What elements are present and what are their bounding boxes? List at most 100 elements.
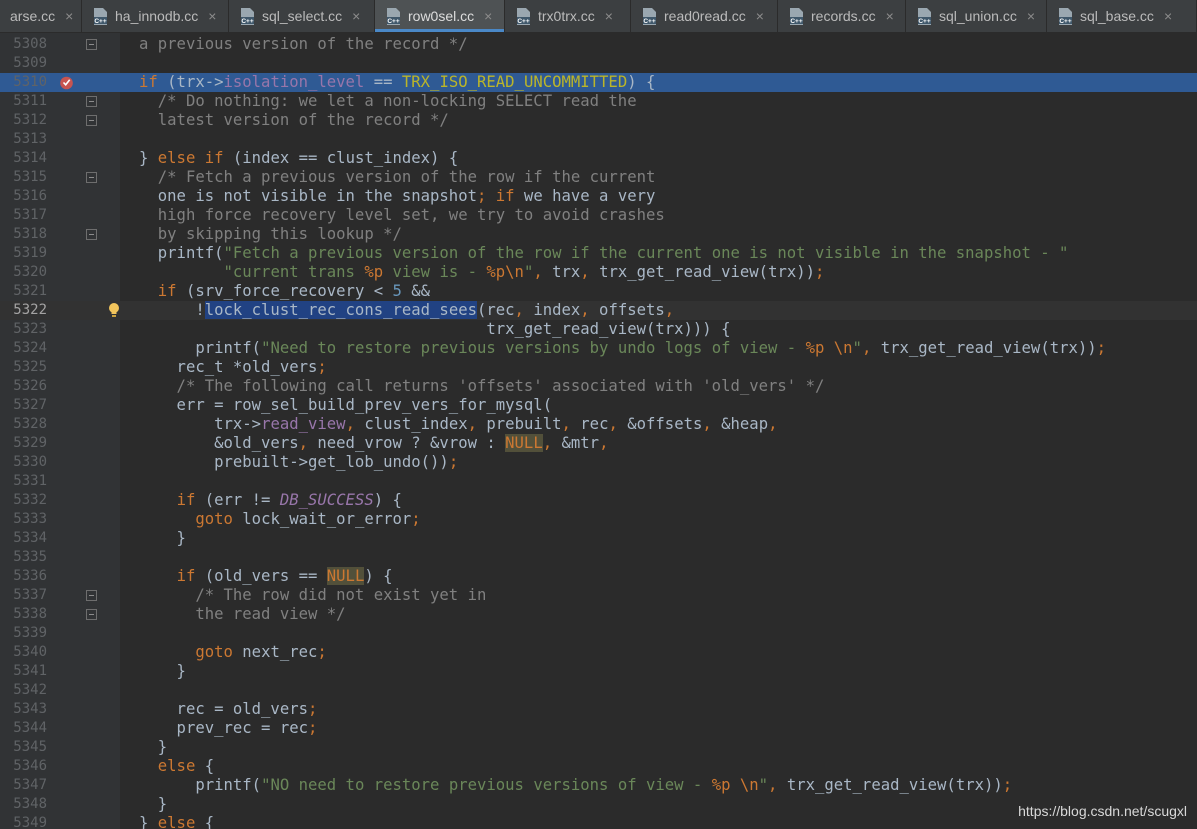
code-line[interactable]: 5311 /* Do nothing: we let a non-locking…	[0, 92, 1197, 111]
code-text[interactable]: } else if (index == clust_index) {	[139, 149, 458, 168]
line-number[interactable]: 5330	[0, 453, 47, 472]
code-line[interactable]: 5316 one is not visible in the snapshot;…	[0, 187, 1197, 206]
code-text[interactable]: /* The row did not exist yet in	[139, 586, 486, 605]
close-icon[interactable]: ×	[65, 8, 73, 24]
code-text[interactable]: "current trans %p view is - %p\n", trx, …	[139, 263, 825, 282]
line-number[interactable]: 5342	[0, 681, 47, 700]
code-line[interactable]: 5337 /* The row did not exist yet in	[0, 586, 1197, 605]
code-text[interactable]: the read view */	[139, 605, 345, 624]
code-text[interactable]: /* Fetch a previous version of the row i…	[139, 168, 656, 187]
line-number[interactable]: 5346	[0, 757, 47, 776]
line-number[interactable]: 5334	[0, 529, 47, 548]
line-number[interactable]: 5348	[0, 795, 47, 814]
line-number[interactable]: 5328	[0, 415, 47, 434]
code-line[interactable]: 5330 prebuilt->get_lob_undo());	[0, 453, 1197, 472]
line-number[interactable]: 5349	[0, 814, 47, 829]
line-number[interactable]: 5331	[0, 472, 47, 491]
line-number[interactable]: 5329	[0, 434, 47, 453]
code-line[interactable]: 5315 /* Fetch a previous version of the …	[0, 168, 1197, 187]
code-text[interactable]: err = row_sel_build_prev_vers_for_mysql(	[139, 396, 553, 415]
close-icon[interactable]: ×	[756, 8, 764, 24]
code-line[interactable]: 5344 prev_rec = rec;	[0, 719, 1197, 738]
code-text[interactable]: trx_get_read_view(trx))) {	[139, 320, 730, 339]
code-line[interactable]: 5313	[0, 130, 1197, 149]
code-line[interactable]: 5310 if (trx->isolation_level == TRX_ISO_…	[0, 73, 1197, 92]
close-icon[interactable]: ×	[886, 8, 894, 24]
tab-arse-cc[interactable]: arse.cc ×	[0, 0, 82, 32]
code-text[interactable]: if (err != DB_SUCCESS) {	[139, 491, 402, 510]
line-number[interactable]: 5340	[0, 643, 47, 662]
code-text[interactable]: trx->read_view, clust_index, prebuilt, r…	[139, 415, 777, 434]
code-line[interactable]: 5346 else {	[0, 757, 1197, 776]
line-number[interactable]: 5345	[0, 738, 47, 757]
line-number[interactable]: 5337	[0, 586, 47, 605]
code-text[interactable]: &old_vers, need_vrow ? &vrow : NULL, &mt…	[139, 434, 608, 453]
line-number[interactable]: 5336	[0, 567, 47, 586]
line-number[interactable]: 5332	[0, 491, 47, 510]
code-text[interactable]: a previous version of the record */	[139, 35, 468, 54]
line-number[interactable]: 5315	[0, 168, 47, 187]
code-text[interactable]: printf("Need to restore previous version…	[139, 339, 1106, 358]
line-number[interactable]: 5341	[0, 662, 47, 681]
code-text[interactable]: rec = old_vers;	[139, 700, 318, 719]
line-number[interactable]: 5314	[0, 149, 47, 168]
code-line[interactable]: 5324 printf("Need to restore previous ve…	[0, 339, 1197, 358]
code-text[interactable]: goto next_rec;	[139, 643, 326, 662]
code-text[interactable]: high force recovery level set, we try to…	[139, 206, 665, 225]
line-number[interactable]: 5320	[0, 263, 47, 282]
line-number[interactable]: 5317	[0, 206, 47, 225]
tab-row0sel-cc[interactable]: C++ row0sel.cc ×	[375, 0, 505, 32]
code-line[interactable]: 5338 the read view */	[0, 605, 1197, 624]
code-text[interactable]: !lock_clust_rec_cons_read_sees(rec, inde…	[139, 301, 674, 320]
fold-marker-icon[interactable]	[86, 39, 97, 50]
code-text[interactable]: /* Do nothing: we let a non-locking SELE…	[139, 92, 637, 111]
tab-sql-base-cc[interactable]: C++ sql_base.cc ×	[1047, 0, 1197, 32]
line-number[interactable]: 5338	[0, 605, 47, 624]
tab-trx0trx-cc[interactable]: C++ trx0trx.cc ×	[505, 0, 631, 32]
line-number[interactable]: 5325	[0, 358, 47, 377]
code-line[interactable]: 5322 !lock_clust_rec_cons_read_sees(rec,…	[0, 301, 1197, 320]
code-text[interactable]: }	[139, 529, 186, 548]
fold-marker-icon[interactable]	[86, 115, 97, 126]
code-line[interactable]: 5336 if (old_vers == NULL) {	[0, 567, 1197, 586]
close-icon[interactable]: ×	[208, 8, 216, 24]
fold-marker-icon[interactable]	[86, 96, 97, 107]
code-line[interactable]: 5343 rec = old_vers;	[0, 700, 1197, 719]
line-number[interactable]: 5313	[0, 130, 47, 149]
code-line[interactable]: 5341 }	[0, 662, 1197, 681]
code-line[interactable]: 5333 goto lock_wait_or_error;	[0, 510, 1197, 529]
code-line[interactable]: 5339	[0, 624, 1197, 643]
lightbulb-icon[interactable]	[107, 302, 121, 318]
code-line[interactable]: 5309	[0, 54, 1197, 73]
code-line[interactable]: 5345 }	[0, 738, 1197, 757]
code-text[interactable]: if (trx->isolation_level == TRX_ISO_READ…	[139, 73, 655, 92]
line-number[interactable]: 5318	[0, 225, 47, 244]
tab-read0read-cc[interactable]: C++ read0read.cc ×	[631, 0, 778, 32]
line-number[interactable]: 5312	[0, 111, 47, 130]
line-number[interactable]: 5333	[0, 510, 47, 529]
line-number[interactable]: 5309	[0, 54, 47, 73]
code-text[interactable]: rec_t *old_vers;	[139, 358, 327, 377]
close-icon[interactable]: ×	[484, 8, 492, 24]
code-text[interactable]: else {	[139, 757, 214, 776]
code-line[interactable]: 5318 by skipping this lookup */	[0, 225, 1197, 244]
fold-marker-icon[interactable]	[86, 609, 97, 620]
close-icon[interactable]: ×	[605, 8, 613, 24]
code-line[interactable]: 5329 &old_vers, need_vrow ? &vrow : NULL…	[0, 434, 1197, 453]
code-text[interactable]: prev_rec = rec;	[139, 719, 318, 738]
line-number[interactable]: 5327	[0, 396, 47, 415]
breakpoint-icon[interactable]	[59, 75, 74, 90]
code-text[interactable]: }	[139, 795, 167, 814]
close-icon[interactable]: ×	[1027, 8, 1035, 24]
line-number[interactable]: 5321	[0, 282, 47, 301]
code-line[interactable]: 5308 a previous version of the record */	[0, 35, 1197, 54]
code-line[interactable]: 5321 if (srv_force_recovery < 5 &&	[0, 282, 1197, 301]
tab-sql-select-cc[interactable]: C++ sql_select.cc ×	[229, 0, 375, 32]
line-number[interactable]: 5347	[0, 776, 47, 795]
fold-marker-icon[interactable]	[86, 229, 97, 240]
line-number[interactable]: 5343	[0, 700, 47, 719]
code-line[interactable]: 5335	[0, 548, 1197, 567]
close-icon[interactable]: ×	[1164, 8, 1172, 24]
code-line[interactable]: 5327 err = row_sel_build_prev_vers_for_m…	[0, 396, 1197, 415]
tab-sql-union-cc[interactable]: C++ sql_union.cc ×	[906, 0, 1047, 32]
